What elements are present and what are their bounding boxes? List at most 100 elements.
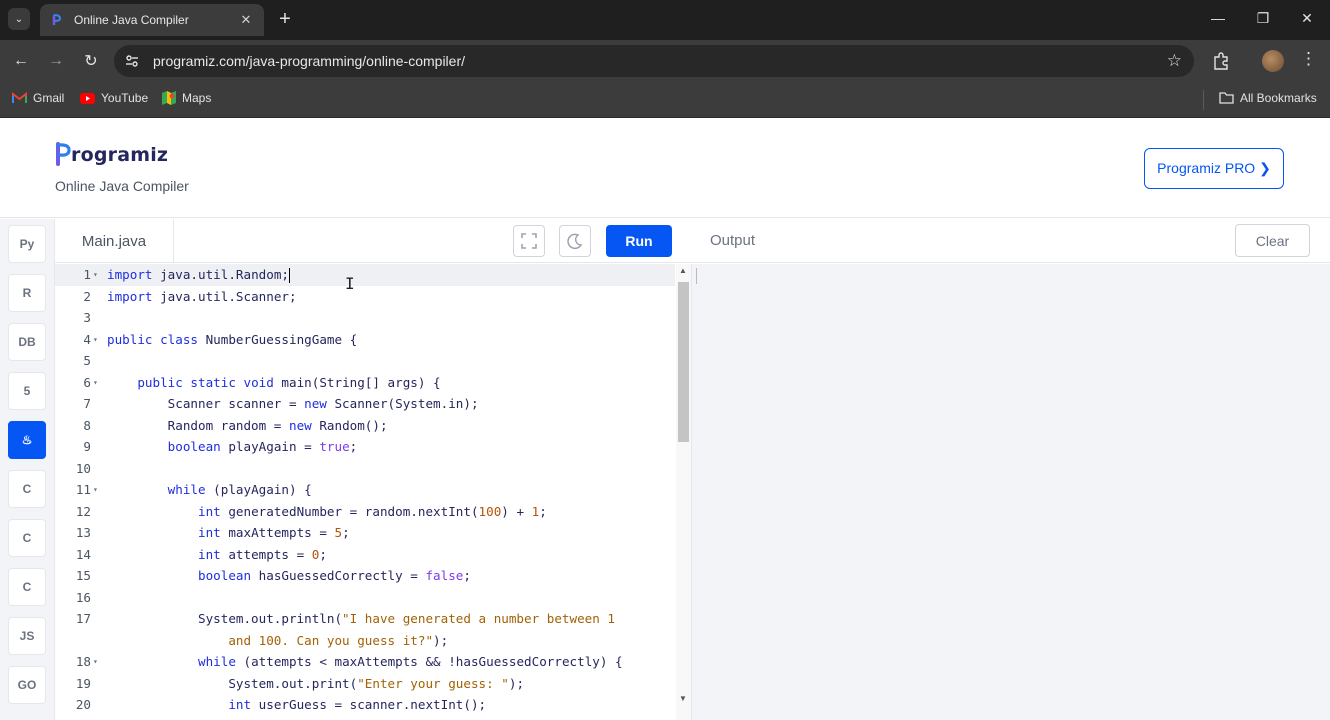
code-text: int generatedNumber = random.nextInt(100… xyxy=(198,503,547,519)
language-button[interactable]: C xyxy=(8,470,46,508)
site-info-icon[interactable] xyxy=(124,53,140,69)
code-text: int attempts = 0; xyxy=(198,546,327,562)
dark-mode-button[interactable] xyxy=(559,225,591,257)
code-line[interactable]: 1 ▾ import java.util.Random; xyxy=(55,264,675,286)
code-text: boolean hasGuessedCorrectly = false; xyxy=(198,568,471,583)
fold-arrow-icon[interactable]: ▾ xyxy=(93,264,103,286)
site-header: rogramiz Online Java Compiler Programiz … xyxy=(0,118,1330,218)
code-line[interactable]: 17 System.out.println("I have generated … xyxy=(55,608,675,630)
logo-text: rogramiz xyxy=(71,144,169,166)
bookmark-maps[interactable]: Maps xyxy=(162,91,211,105)
code-line[interactable]: 4 ▾ public class NumberGuessingGame { xyxy=(55,329,675,351)
code-line[interactable]: 3 xyxy=(55,307,675,329)
line-number: 13 xyxy=(75,525,91,540)
line-number: 17 xyxy=(75,611,91,626)
new-tab-button[interactable]: + xyxy=(274,8,296,30)
code-line[interactable]: and 100. Can you guess it?"); xyxy=(55,630,675,652)
language-button[interactable]: DB xyxy=(8,323,46,361)
scroll-up-icon[interactable]: ▲ xyxy=(679,266,687,275)
code-line[interactable]: 15 boolean hasGuessedCorrectly = false; xyxy=(55,565,675,587)
language-button[interactable]: C xyxy=(8,568,46,606)
extensions-icon[interactable] xyxy=(1210,50,1232,72)
clear-button[interactable]: Clear xyxy=(1235,224,1310,257)
line-number: 15 xyxy=(75,568,91,583)
code-line[interactable]: 19 System.out.print("Enter your guess: "… xyxy=(55,673,675,695)
bookmark-star-icon[interactable]: ☆ xyxy=(1167,51,1182,71)
window-close-icon[interactable]: ✕ xyxy=(1295,10,1319,27)
scroll-thumb[interactable] xyxy=(678,282,689,442)
language-button[interactable]: R xyxy=(8,274,46,312)
r-icon: R xyxy=(22,286,32,300)
all-bookmarks-label: All Bookmarks xyxy=(1240,91,1317,105)
code-line[interactable]: 9 boolean playAgain = true; xyxy=(55,436,675,458)
all-bookmarks-button[interactable]: All Bookmarks xyxy=(1219,91,1317,105)
file-tab-main-java[interactable]: Main.java xyxy=(55,219,174,263)
folder-icon xyxy=(1219,92,1234,104)
line-number: 10 xyxy=(75,460,91,476)
output-console[interactable] xyxy=(692,264,1330,720)
code-line[interactable]: 2 import java.util.Scanner; xyxy=(55,286,675,308)
language-button[interactable]: C xyxy=(8,519,46,557)
c-icon: C xyxy=(22,482,32,496)
code-line[interactable]: 5 xyxy=(55,350,675,372)
fold-arrow-icon[interactable]: ▾ xyxy=(93,372,103,394)
fold-arrow-icon[interactable]: ▾ xyxy=(93,479,103,501)
code-line[interactable]: 18 ▾ while (attempts < maxAttempts && !ha… xyxy=(55,651,675,673)
code-text: int userGuess = scanner.nextInt(); xyxy=(228,697,487,712)
code-editor[interactable]: ▲ ▼ 1 ▾ import java.util.Random; 2 import ja… xyxy=(55,264,692,720)
language-button[interactable]: GO xyxy=(8,666,46,704)
line-number: 11 xyxy=(75,482,91,497)
programiz-logo[interactable]: rogramiz xyxy=(55,142,168,166)
mouse-ibeam-icon: I xyxy=(345,274,355,293)
forward-arrow-icon[interactable]: → xyxy=(44,49,68,73)
line-number: 3 xyxy=(83,310,91,325)
output-title: Output xyxy=(710,232,756,249)
bookmark-gmail[interactable]: Gmail xyxy=(12,91,64,105)
run-button[interactable]: Run xyxy=(606,225,672,257)
language-button[interactable]: Py xyxy=(8,225,46,263)
restore-icon[interactable]: ❐ xyxy=(1251,10,1275,27)
fold-arrow-icon[interactable]: ▾ xyxy=(93,651,103,673)
line-number: 5 xyxy=(83,353,91,368)
address-bar[interactable]: programiz.com/java-programming/online-co… xyxy=(114,45,1194,77)
url-text: programiz.com/java-programming/online-co… xyxy=(153,53,465,69)
html-icon: 5 xyxy=(23,384,31,398)
bookmarks-bar: Gmail YouTube Maps All Bookmarks xyxy=(0,82,1330,118)
line-number: 16 xyxy=(75,589,91,605)
language-button[interactable]: 5 xyxy=(8,372,46,410)
browser-tab-active[interactable]: Online Java Compiler ✕ xyxy=(40,4,264,36)
code-text: Scanner scanner = new Scanner(System.in)… xyxy=(107,396,479,411)
go-icon: GO xyxy=(17,678,37,692)
code-line[interactable]: 12 int generatedNumber = random.nextInt(… xyxy=(55,501,675,523)
language-button[interactable]: ♨ xyxy=(8,421,46,459)
code-line[interactable]: 8 Random random = new Random(); xyxy=(55,415,675,437)
browser-tab-bar: ⌄ Online Java Compiler ✕ + — ❐ ✕ xyxy=(0,0,1330,40)
language-button[interactable]: JS xyxy=(8,617,46,655)
editor-scrollbar[interactable]: ▲ ▼ xyxy=(676,264,691,720)
programiz-favicon-icon xyxy=(52,14,62,25)
code-line[interactable]: 20 int userGuess = scanner.nextInt(); xyxy=(55,694,675,716)
close-icon[interactable]: ✕ xyxy=(238,12,254,28)
bookmark-youtube[interactable]: YouTube xyxy=(80,91,148,105)
reload-icon[interactable]: ↻ xyxy=(79,49,103,73)
fullscreen-button[interactable] xyxy=(513,225,545,257)
programiz-pro-button[interactable]: Programiz PRO ❯ xyxy=(1144,148,1284,189)
tab-search-button[interactable]: ⌄ xyxy=(8,8,30,30)
more-menu-icon[interactable]: ⋮ xyxy=(1300,49,1317,69)
code-line[interactable]: 6 ▾ public static void main(String[] args… xyxy=(55,372,675,394)
code-line[interactable]: 11 ▾ while (playAgain) { xyxy=(55,479,675,501)
code-line[interactable]: 16 xyxy=(55,587,675,609)
tab-title: Online Java Compiler xyxy=(74,13,189,27)
code-line[interactable]: 13 int maxAttempts = 5; xyxy=(55,522,675,544)
code-text: Random random = new Random(); xyxy=(107,417,388,433)
sql-icon: DB xyxy=(18,335,36,349)
profile-avatar[interactable] xyxy=(1262,50,1284,72)
code-line[interactable]: 14 int attempts = 0; xyxy=(55,544,675,566)
scroll-down-icon[interactable]: ▼ xyxy=(679,694,687,703)
code-line[interactable]: 7 Scanner scanner = new Scanner(System.i… xyxy=(55,393,675,415)
code-line[interactable]: 10 xyxy=(55,458,675,480)
back-arrow-icon[interactable]: ← xyxy=(9,49,33,73)
minimize-icon[interactable]: — xyxy=(1206,10,1230,26)
fold-arrow-icon[interactable]: ▾ xyxy=(93,329,103,351)
output-caret xyxy=(696,268,697,284)
